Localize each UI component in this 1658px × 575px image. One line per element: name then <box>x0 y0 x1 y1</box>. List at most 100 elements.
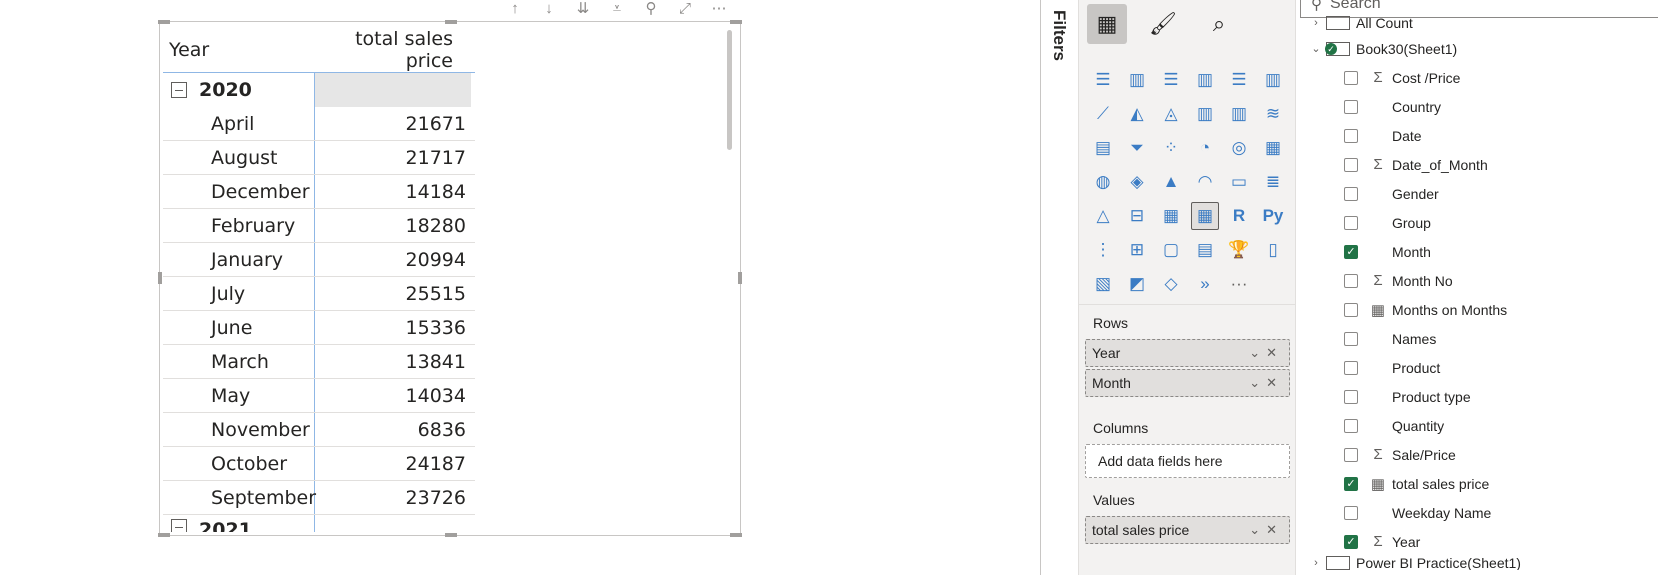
field-item[interactable]: Names <box>1306 324 1656 353</box>
field-checkbox[interactable] <box>1344 186 1358 201</box>
field-item[interactable]: ✓ Σ Year <box>1306 527 1656 556</box>
slicer-icon[interactable]: ⊟ <box>1123 202 1151 230</box>
filled-map-icon[interactable]: ◈ <box>1123 168 1151 196</box>
table-row[interactable]: August 21717 <box>163 141 475 175</box>
ribbon-chart-icon[interactable]: ≋ <box>1259 100 1287 128</box>
drill-up-icon[interactable]: ↑ <box>505 0 525 17</box>
decomposition-tree-icon[interactable]: ⊞ <box>1123 236 1151 264</box>
field-item[interactable]: Date <box>1306 121 1656 150</box>
table-row[interactable]: April 21671 <box>163 107 475 141</box>
expand-hierarchy-icon[interactable]: ⩡ <box>607 0 627 17</box>
field-item[interactable]: ✓ Month <box>1306 237 1656 266</box>
field-item[interactable]: Group <box>1306 208 1656 237</box>
chevron-visual-icon[interactable]: » <box>1191 270 1219 298</box>
format-paintbrush-icon[interactable]: 🖌 <box>1143 4 1183 44</box>
table-row[interactable]: May 14034 <box>163 379 475 413</box>
field-checkbox[interactable] <box>1344 70 1358 85</box>
table-row[interactable]: September 23726 <box>163 481 475 515</box>
collapse-icon[interactable] <box>171 82 187 98</box>
build-visual-icon[interactable]: ▦ <box>1087 4 1127 44</box>
python-visual-icon[interactable]: Py <box>1259 202 1287 230</box>
field-checkbox[interactable] <box>1344 418 1358 433</box>
stacked-area-chart-icon[interactable]: ◬ <box>1157 100 1185 128</box>
next-level-icon[interactable]: ⇊ <box>573 0 593 17</box>
field-checkbox[interactable] <box>1344 128 1358 143</box>
r-script-icon[interactable]: R <box>1225 202 1253 230</box>
resize-handle-br[interactable] <box>730 533 742 537</box>
waterfall-chart-icon[interactable]: ▤ <box>1089 134 1117 162</box>
table-node-book30[interactable]: ⌄ ✓ Book30(Sheet1) <box>1306 34 1656 63</box>
report-canvas[interactable]: ↑ ↓ ⇊ ⩡ ⚲ ⤢ ⋯ Year total sales price 202… <box>0 0 1040 575</box>
table-row[interactable]: March 13841 <box>163 345 475 379</box>
field-item[interactable]: Product <box>1306 353 1656 382</box>
field-checkbox[interactable] <box>1344 273 1358 288</box>
more-options-icon[interactable]: ⋯ <box>709 0 729 17</box>
field-checkbox[interactable] <box>1344 360 1358 375</box>
gauge-icon[interactable]: ◠ <box>1191 168 1219 196</box>
field-checkbox[interactable] <box>1344 99 1358 114</box>
stacked-column-chart-icon[interactable]: ▥ <box>1123 66 1151 94</box>
columns-drop-zone[interactable]: Add data fields here <box>1085 444 1290 478</box>
header-total-sales-price[interactable]: total sales price <box>309 28 459 72</box>
resize-handle-tr[interactable] <box>730 20 742 24</box>
trophy-icon[interactable]: 🏆 <box>1225 236 1253 264</box>
table-node-partial-bottom[interactable]: › Power BI Practice(Sheet1) <box>1306 556 1656 570</box>
line-column-chart-icon[interactable]: ▥ <box>1191 100 1219 128</box>
table-node-partial[interactable]: › All Count <box>1306 12 1656 34</box>
rows-field-month[interactable]: Month ⌄✕ <box>1085 369 1290 397</box>
filter-icon[interactable]: ⚲ <box>641 0 661 17</box>
field-item[interactable]: ✓ ▦ total sales price <box>1306 469 1656 498</box>
clustered-column-chart-icon[interactable]: ▥ <box>1191 66 1219 94</box>
values-field-total-sales-price[interactable]: total sales price ⌄✕ <box>1085 516 1290 544</box>
treemap-icon[interactable]: ▦ <box>1259 134 1287 162</box>
field-checkbox[interactable] <box>1344 505 1358 520</box>
field-item[interactable]: Σ Sale/Price <box>1306 440 1656 469</box>
analytics-magnifier-icon[interactable]: ⌕ <box>1199 4 1239 44</box>
stacked-bar-chart-icon[interactable]: ☰ <box>1089 66 1117 94</box>
power-automate-icon[interactable]: ◩ <box>1123 270 1151 298</box>
field-checkbox[interactable] <box>1344 331 1358 346</box>
table-row[interactable]: February 18280 <box>163 209 475 243</box>
field-checkbox[interactable] <box>1344 157 1358 172</box>
filters-pane-collapsed[interactable]: Filters <box>1040 0 1078 575</box>
field-checkbox[interactable]: ✓ <box>1344 244 1358 259</box>
field-item[interactable]: Country <box>1306 92 1656 121</box>
table-row[interactable]: October 24187 <box>163 447 475 481</box>
power-apps-icon[interactable]: ▧ <box>1089 270 1117 298</box>
field-item[interactable]: Σ Month No <box>1306 266 1656 295</box>
100-column-chart-icon[interactable]: ▥ <box>1259 66 1287 94</box>
focus-mode-icon[interactable]: ⤢ <box>675 0 695 17</box>
100-bar-chart-icon[interactable]: ☰ <box>1225 66 1253 94</box>
field-checkbox[interactable] <box>1344 389 1358 404</box>
chevron-right-icon[interactable]: › <box>1306 557 1326 569</box>
resize-handle-bottom[interactable] <box>445 533 457 537</box>
resize-handle-bl[interactable] <box>158 533 170 537</box>
diamond-icon[interactable]: ◇ <box>1157 270 1185 298</box>
chevron-right-icon[interactable]: › <box>1306 17 1326 29</box>
area-chart-icon[interactable]: ◭ <box>1123 100 1151 128</box>
drill-down-icon[interactable]: ↓ <box>539 0 559 17</box>
field-item[interactable]: Σ Cost /Price <box>1306 63 1656 92</box>
field-item[interactable]: ▦ Months on Months <box>1306 295 1656 324</box>
field-item[interactable]: Product type <box>1306 382 1656 411</box>
table-row[interactable]: January 20994 <box>163 243 475 277</box>
paginated-report-icon[interactable]: ▯ <box>1259 236 1287 264</box>
card-icon[interactable]: ▭ <box>1225 168 1253 196</box>
more-visuals-icon[interactable]: ··· <box>1225 270 1253 298</box>
field-checkbox[interactable]: ✓ <box>1344 534 1358 549</box>
azure-map-icon[interactable]: ▲ <box>1157 168 1185 196</box>
scatter-chart-icon[interactable]: ⁘ <box>1157 134 1185 162</box>
collapse-icon[interactable] <box>171 519 187 532</box>
field-dropdown-remove-icons[interactable]: ⌄✕ <box>1249 522 1283 538</box>
pie-chart-icon[interactable]: ◔ <box>1191 134 1219 162</box>
matrix-icon[interactable]: ▦ <box>1191 202 1219 230</box>
field-item[interactable]: Weekday Name <box>1306 498 1656 527</box>
table-row[interactable]: June 15336 <box>163 311 475 345</box>
multi-row-card-icon[interactable]: ≣ <box>1259 168 1287 196</box>
table-row[interactable]: July 25515 <box>163 277 475 311</box>
clustered-bar-chart-icon[interactable]: ☰ <box>1157 66 1185 94</box>
resize-handle-top[interactable] <box>445 20 457 24</box>
smart-narrative-icon[interactable]: ▤ <box>1191 236 1219 264</box>
table-row[interactable]: December 14184 <box>163 175 475 209</box>
resize-handle-right[interactable] <box>738 272 742 284</box>
